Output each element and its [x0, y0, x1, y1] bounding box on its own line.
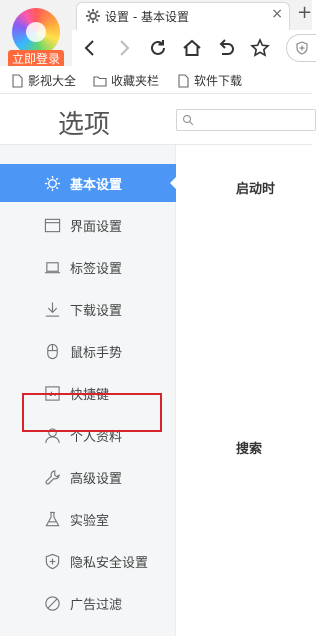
highlight-box: [22, 393, 162, 432]
tab-settings[interactable]: 设置 - 基本设置 ×: [76, 2, 290, 30]
bookmark-item[interactable]: 软件下载: [176, 72, 242, 89]
browser-tabstrip: 立即登录 设置 - 基本设置 × +: [0, 0, 316, 68]
section-title-search: 搜索: [236, 442, 263, 457]
download-icon: [43, 300, 61, 318]
bookmark-label: 影视大全: [28, 74, 77, 88]
settings-content: 启动时 搜索: [177, 145, 312, 636]
sidebar-item-tab-settings[interactable]: 标签设置: [0, 248, 176, 286]
page-icon: [12, 73, 23, 88]
sidebar-item-label: 基本设置: [70, 177, 123, 193]
sidebar-item-label: 鼠标手势: [70, 345, 123, 361]
sidebar-item-label: 高级设置: [70, 471, 123, 487]
new-tab-button[interactable]: +: [297, 2, 312, 23]
home-button[interactable]: [180, 36, 204, 60]
browser-logo-icon: [12, 8, 60, 56]
sidebar-item-lab[interactable]: 实验室: [0, 500, 176, 538]
sidebar-item-interface-settings[interactable]: 界面设置: [0, 206, 176, 244]
back-arrow-icon: [84, 40, 94, 56]
folder-icon: [93, 75, 107, 87]
settings-header: 选项: [0, 95, 316, 145]
sidebar-item-label: 界面设置: [70, 219, 123, 235]
address-bar[interactable]: [286, 34, 316, 62]
star-icon: [250, 38, 270, 57]
reload-button[interactable]: [146, 36, 170, 60]
undo-close-button[interactable]: [214, 36, 238, 60]
sidebar-item-label: 隐私安全设置: [70, 555, 149, 571]
block-icon: [43, 594, 61, 612]
sidebar-item-basic-settings[interactable]: 基本设置: [0, 164, 177, 202]
tab-title: 设置 - 基本设置: [105, 10, 189, 24]
gear-icon: [85, 8, 101, 24]
page-title: 选项: [58, 110, 111, 140]
shield-icon: [43, 552, 61, 570]
bookmark-item[interactable]: 影视大全: [10, 72, 76, 89]
sidebar-item-mouse-gestures[interactable]: 鼠标手势: [0, 332, 176, 370]
bookmark-label: 收藏夹栏: [111, 74, 160, 88]
sidebar-item-advanced-settings[interactable]: 高级设置: [0, 458, 176, 496]
flask-icon: [43, 510, 61, 528]
sidebar-item-label: 标签设置: [70, 261, 123, 277]
window-icon: [43, 216, 61, 234]
bookmark-item[interactable]: 收藏夹栏: [93, 72, 159, 89]
bookmarks-bar: 影视大全 收藏夹栏 软件下载: [0, 66, 312, 94]
sidebar-item-download-settings[interactable]: 下载设置: [0, 290, 176, 328]
wrench-icon: [43, 468, 61, 486]
settings-search-input[interactable]: [176, 109, 316, 131]
browser-logo[interactable]: 立即登录: [8, 8, 64, 68]
bookmark-label: 软件下载: [194, 74, 243, 88]
page-icon: [178, 73, 189, 88]
home-icon: [183, 39, 201, 56]
settings-sidebar: 基本设置 界面设置 标签设置 下载设置 鼠标手势 快捷键 个人资料 高级设置 实…: [0, 145, 177, 636]
section-title-startup: 启动时: [236, 182, 276, 197]
sidebar-item-label: 实验室: [70, 513, 110, 529]
forward-arrow-icon: [120, 40, 130, 56]
search-icon: [182, 114, 194, 126]
sidebar-item-label: 广告过滤: [70, 597, 123, 613]
sidebar-item-privacy-security[interactable]: 隐私安全设置: [0, 542, 176, 580]
forward-button[interactable]: [112, 36, 136, 60]
undo-icon: [219, 39, 234, 55]
sidebar-item-ad-filter[interactable]: 广告过滤: [0, 584, 176, 622]
laptop-icon: [43, 258, 61, 276]
mouse-icon: [43, 342, 61, 360]
security-shield-icon: [296, 41, 308, 55]
browser-toolbar: [72, 30, 316, 66]
reload-icon: [151, 40, 165, 55]
back-button[interactable]: [78, 36, 102, 60]
sidebar-item-label: 下载设置: [70, 303, 123, 319]
gear-icon: [43, 174, 61, 192]
tab-close-icon[interactable]: ×: [271, 6, 283, 22]
favorite-button[interactable]: [248, 36, 272, 60]
